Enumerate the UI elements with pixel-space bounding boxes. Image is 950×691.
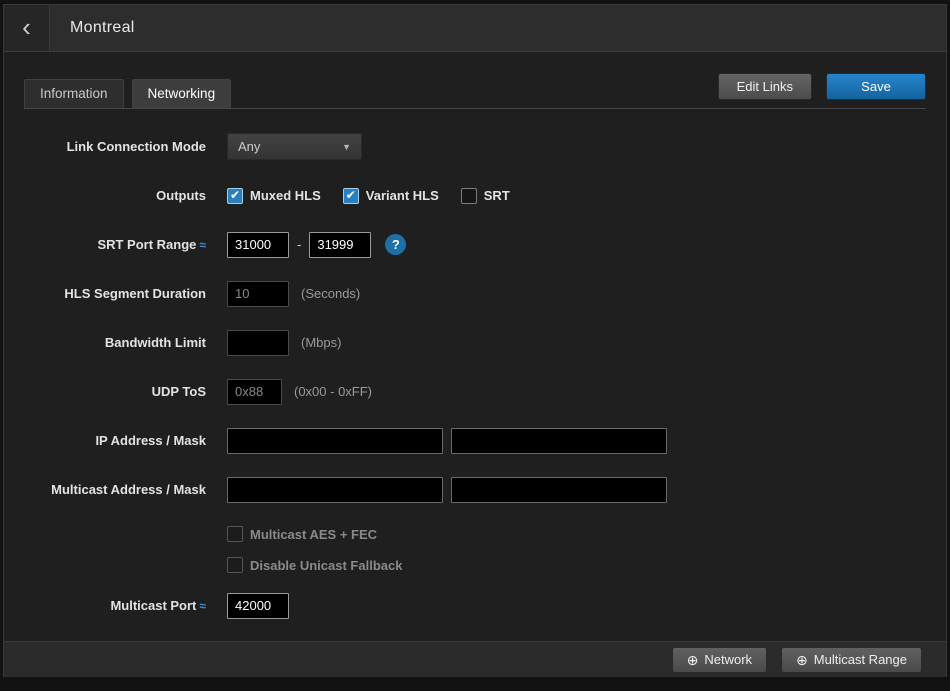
variant-hls-checkbox[interactable]: Variant HLS <box>343 188 439 204</box>
srt-checkbox-box <box>461 188 477 204</box>
disable-unicast-fallback-row: Disable Unicast Fallback <box>24 556 926 574</box>
hls-segment-duration-row: HLS Segment Duration (Seconds) <box>24 280 926 307</box>
muxed-hls-checkbox-box <box>227 188 243 204</box>
bandwidth-limit-hint: (Mbps) <box>301 335 341 350</box>
plus-circle-icon: ⊕ <box>687 653 699 667</box>
save-button[interactable]: Save <box>826 73 926 100</box>
footer-bar: ⊕ Network ⊕ Multicast Range <box>4 641 946 677</box>
tab-information[interactable]: Information <box>24 79 124 108</box>
muxed-hls-checkbox-label: Muxed HLS <box>250 188 321 203</box>
required-icon: ≈ <box>199 599 206 613</box>
outputs-label: Outputs <box>24 188 206 203</box>
ip-address-mask-label: IP Address / Mask <box>24 433 206 448</box>
multicast-mask-input[interactable] <box>451 477 667 503</box>
udp-tos-hint: (0x00 - 0xFF) <box>294 384 372 399</box>
srt-port-range-row: SRT Port Range≈ - ? <box>24 231 926 258</box>
srt-port-to-input[interactable] <box>309 232 371 258</box>
add-multicast-range-button[interactable]: ⊕ Multicast Range <box>781 647 922 673</box>
multicast-port-input[interactable] <box>227 593 289 619</box>
variant-hls-checkbox-box <box>343 188 359 204</box>
link-connection-mode-select[interactable]: Any ▼ <box>227 133 362 160</box>
hls-segment-duration-label: HLS Segment Duration <box>24 286 206 301</box>
srt-checkbox[interactable]: SRT <box>461 188 510 204</box>
add-multicast-range-button-label: Multicast Range <box>814 652 907 667</box>
srt-port-range-label: SRT Port Range≈ <box>24 237 206 252</box>
muxed-hls-checkbox[interactable]: Muxed HLS <box>227 188 321 204</box>
udp-tos-row: UDP ToS (0x00 - 0xFF) <box>24 378 926 405</box>
page-title: Montreal <box>70 19 135 37</box>
outputs-row: Outputs Muxed HLS Variant HLS SRT <box>24 182 926 209</box>
bandwidth-limit-row: Bandwidth Limit (Mbps) <box>24 329 926 356</box>
multicast-port-label: Multicast Port≈ <box>24 598 206 613</box>
multicast-address-input[interactable] <box>227 477 443 503</box>
hls-segment-duration-input[interactable] <box>227 281 289 307</box>
networking-form: Link Connection Mode Any ▼ Outputs Muxed… <box>4 109 946 641</box>
multicast-aes-fec-row: Multicast AES + FEC <box>24 525 926 543</box>
multicast-aes-fec-checkbox-box <box>227 526 243 542</box>
tab-networking[interactable]: Networking <box>132 79 232 108</box>
back-chevron-icon: ‹ <box>22 14 31 40</box>
chevron-down-icon: ▼ <box>342 142 351 152</box>
bandwidth-limit-input[interactable] <box>227 330 289 356</box>
ip-mask-input[interactable] <box>451 428 667 454</box>
udp-tos-label: UDP ToS <box>24 384 206 399</box>
udp-tos-input[interactable] <box>227 379 282 405</box>
multicast-aes-fec-checkbox[interactable]: Multicast AES + FEC <box>227 526 377 542</box>
tab-bar: Information Networking Edit Links Save <box>24 73 926 109</box>
multicast-address-mask-row: Multicast Address / Mask <box>24 476 926 503</box>
ip-address-mask-row: IP Address / Mask <box>24 427 926 454</box>
disable-unicast-fallback-checkbox[interactable]: Disable Unicast Fallback <box>227 557 402 573</box>
help-icon[interactable]: ? <box>385 234 406 255</box>
plus-circle-icon: ⊕ <box>796 653 808 667</box>
disable-unicast-fallback-checkbox-box <box>227 557 243 573</box>
networking-settings-page: ‹ Montreal Information Networking Edit L… <box>3 4 947 677</box>
range-separator: - <box>297 237 301 252</box>
hls-segment-duration-hint: (Seconds) <box>301 286 360 301</box>
multicast-port-row: Multicast Port≈ <box>24 592 926 619</box>
link-connection-mode-row: Link Connection Mode Any ▼ <box>24 133 926 160</box>
toolbar: Edit Links Save <box>718 73 926 108</box>
edit-links-button[interactable]: Edit Links <box>718 73 812 100</box>
variant-hls-checkbox-label: Variant HLS <box>366 188 439 203</box>
srt-port-from-input[interactable] <box>227 232 289 258</box>
multicast-address-mask-label: Multicast Address / Mask <box>24 482 206 497</box>
link-connection-mode-label: Link Connection Mode <box>24 139 206 154</box>
back-button[interactable]: ‹ <box>4 5 50 51</box>
disable-unicast-fallback-checkbox-label: Disable Unicast Fallback <box>250 558 402 573</box>
srt-port-range-label-text: SRT Port Range <box>97 237 196 252</box>
add-network-button[interactable]: ⊕ Network <box>672 647 767 673</box>
header: ‹ Montreal <box>4 5 946 52</box>
multicast-aes-fec-checkbox-label: Multicast AES + FEC <box>250 527 377 542</box>
srt-checkbox-label: SRT <box>484 188 510 203</box>
bandwidth-limit-label: Bandwidth Limit <box>24 335 206 350</box>
ip-address-input[interactable] <box>227 428 443 454</box>
multicast-port-label-text: Multicast Port <box>110 598 196 613</box>
required-icon: ≈ <box>199 238 206 252</box>
add-network-button-label: Network <box>704 652 752 667</box>
link-connection-mode-value: Any <box>238 139 260 154</box>
